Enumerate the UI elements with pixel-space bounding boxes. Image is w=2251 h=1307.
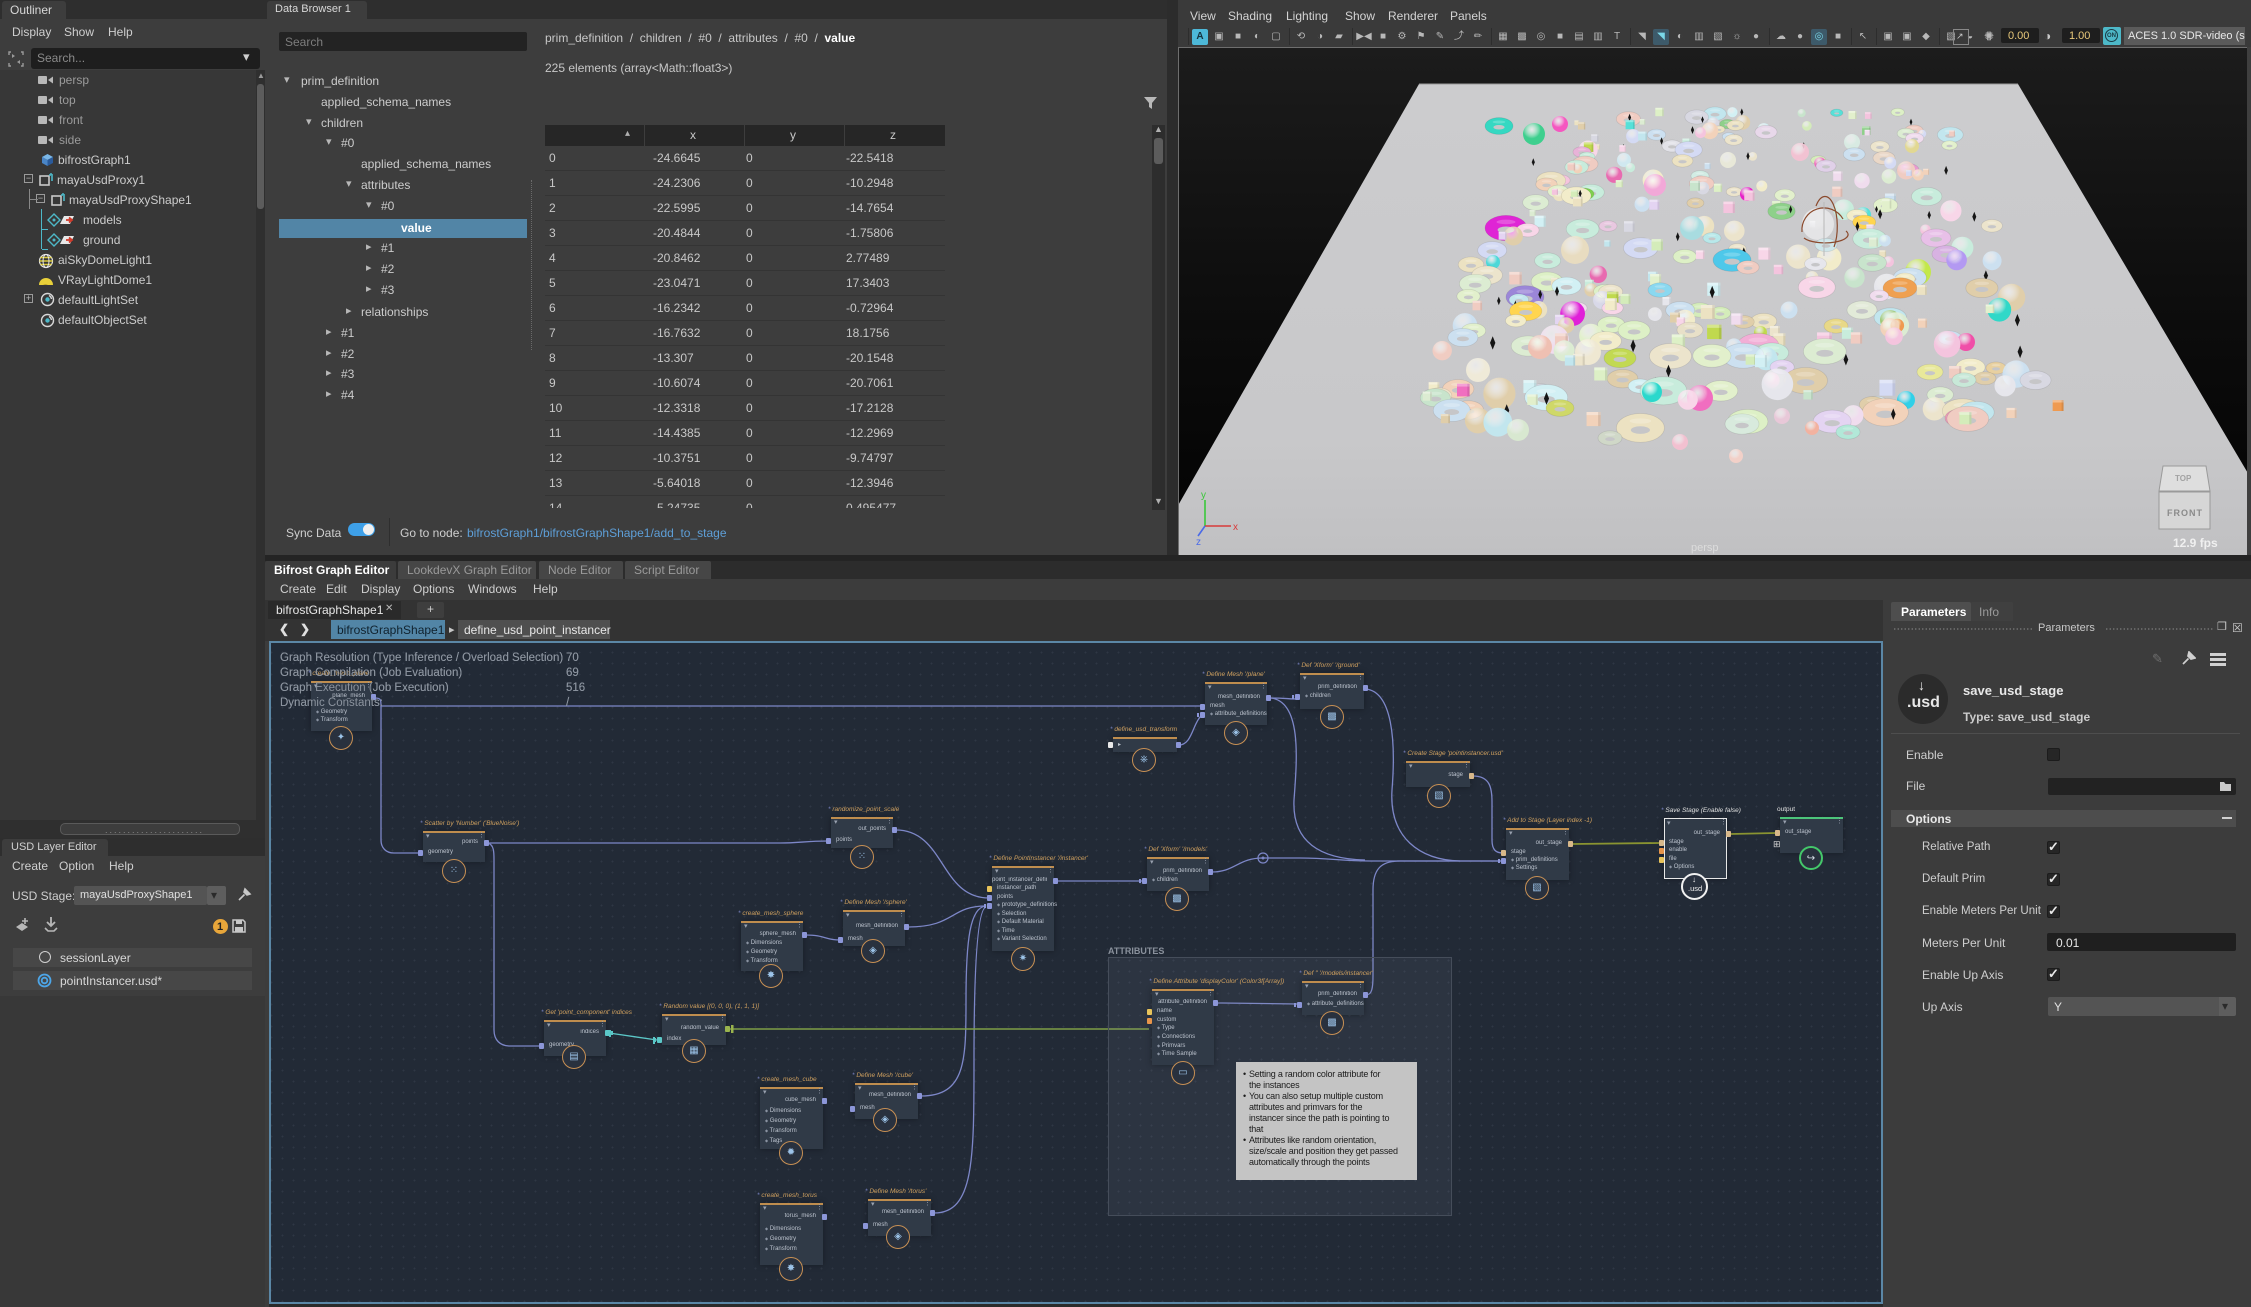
svg-text:12.9 fps: 12.9 fps xyxy=(2173,536,2218,550)
svg-text:TOP: TOP xyxy=(2175,474,2192,483)
svg-text:y: y xyxy=(1201,490,1206,501)
svg-text:persp: persp xyxy=(1691,542,1719,554)
svg-text:FRONT: FRONT xyxy=(2167,508,2203,518)
svg-text:x: x xyxy=(1233,522,1238,533)
svg-text:z: z xyxy=(1196,537,1201,548)
